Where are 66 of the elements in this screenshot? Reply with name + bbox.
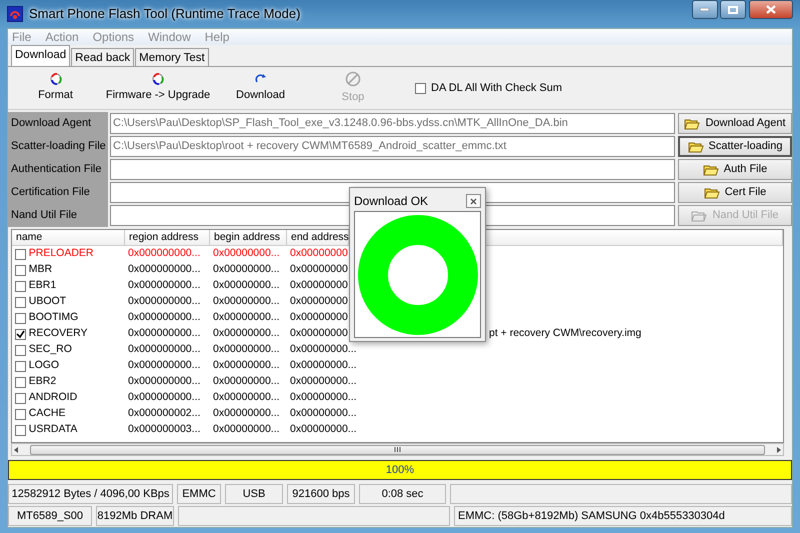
table-cell: 0x00000000... (213, 295, 280, 308)
table-cell: 0x000000000... (128, 247, 200, 260)
table-cell: 0x000000000... (128, 343, 200, 356)
partition-name: PRELOADER (28, 246, 94, 262)
table-cell: 0x00000000... (213, 311, 280, 324)
table-cell: 0x00000000... (290, 359, 357, 372)
table-cell: 0x000000000... (128, 391, 200, 404)
status-field: MT6589_S00 (8, 506, 92, 526)
partition-name: ANDROID (28, 390, 78, 406)
table-cell: 0x00000000... (290, 407, 357, 420)
status-field: 8192Mb DRAM (96, 506, 174, 526)
checkbox-label: DA DL All With Check Sum (431, 80, 562, 96)
table-cell: 0x000000000... (128, 279, 200, 292)
table-cell: 0x00000000... (213, 423, 280, 436)
table-cell: 0x000000000... (128, 311, 200, 324)
field-label: Scatter-loading File (8, 135, 108, 158)
partition-name: EBR2 (28, 374, 56, 390)
progress-label: 100% (384, 463, 416, 478)
table-cell: 0x00000000 (290, 311, 348, 324)
table-cell: 0x000000002... (128, 407, 200, 420)
partition-name: CACHE (28, 406, 66, 422)
table-cell: 0x00000000... (213, 391, 280, 404)
table-cell: 0x00000000... (213, 263, 280, 276)
table-cell: 0x00000000... (213, 343, 280, 356)
table-cell: 0x000000000... (128, 295, 200, 308)
window-title: Smart Phone Flash Tool (Runtime Trace Mode) (29, 5, 302, 24)
table-cell: 0x000000000... (128, 359, 200, 372)
status-field: USB (225, 484, 283, 504)
partition-name: MBR (28, 262, 52, 278)
table-cell: 0x00000000 (290, 263, 348, 276)
status-field: EMMC (177, 484, 221, 504)
status-field: 0:08 sec (359, 484, 446, 504)
status-field: 921600 bps (287, 484, 355, 504)
table-cell: 0x000000000... (128, 375, 200, 388)
table-cell: 0x000000000... (128, 263, 200, 276)
table-cell: 0x00000000... (213, 327, 280, 340)
table-cell: 0x00000000... (290, 375, 357, 388)
table-cell: 0x00000000... (213, 279, 280, 292)
file-path: pt + recovery CWM\recovery.img (489, 326, 642, 342)
table-cell: 0x000000000... (128, 327, 200, 340)
partition-name: SEC_RO (28, 342, 72, 358)
table-cell: 0x00000000 (290, 279, 348, 292)
table-cell: 0x000000003... (128, 423, 200, 436)
table-cell: 0x00000000... (213, 247, 280, 260)
partition-name: UBOOT (28, 294, 66, 310)
table-cell: 0x00000000... (290, 391, 357, 404)
table-cell: 0x00000000... (213, 359, 280, 372)
field-label: Authentication File (8, 158, 108, 181)
partition-name: RECOVERY (28, 326, 88, 342)
table-cell: 0x00000000 (290, 295, 348, 308)
status-field: 12582912 Bytes / 4096,00 KBps (8, 484, 173, 504)
field-label: Certification File (8, 181, 108, 204)
status-field: EMMC: (58Gb+8192Mb) SAMSUNG 0x4b555330304d (454, 506, 792, 526)
table-cell: 0x00000000... (213, 407, 280, 420)
table-cell: 0x00000000... (290, 343, 357, 356)
table-cell: 0x00000000 (290, 327, 348, 340)
field-label: Nand Util File (8, 204, 108, 227)
dialog-title: Download OK (354, 193, 428, 210)
partition-name: LOGO (28, 358, 60, 374)
partition-name: BOOTIMG (28, 310, 78, 326)
field-label: Download Agent (8, 112, 108, 135)
table-cell: 0x00000000... (290, 423, 357, 436)
table-cell: 0x00000000 (290, 247, 348, 260)
partition-name: EBR1 (28, 278, 56, 294)
partition-name: USRDATA (28, 422, 78, 438)
table-cell: 0x00000000... (213, 375, 280, 388)
